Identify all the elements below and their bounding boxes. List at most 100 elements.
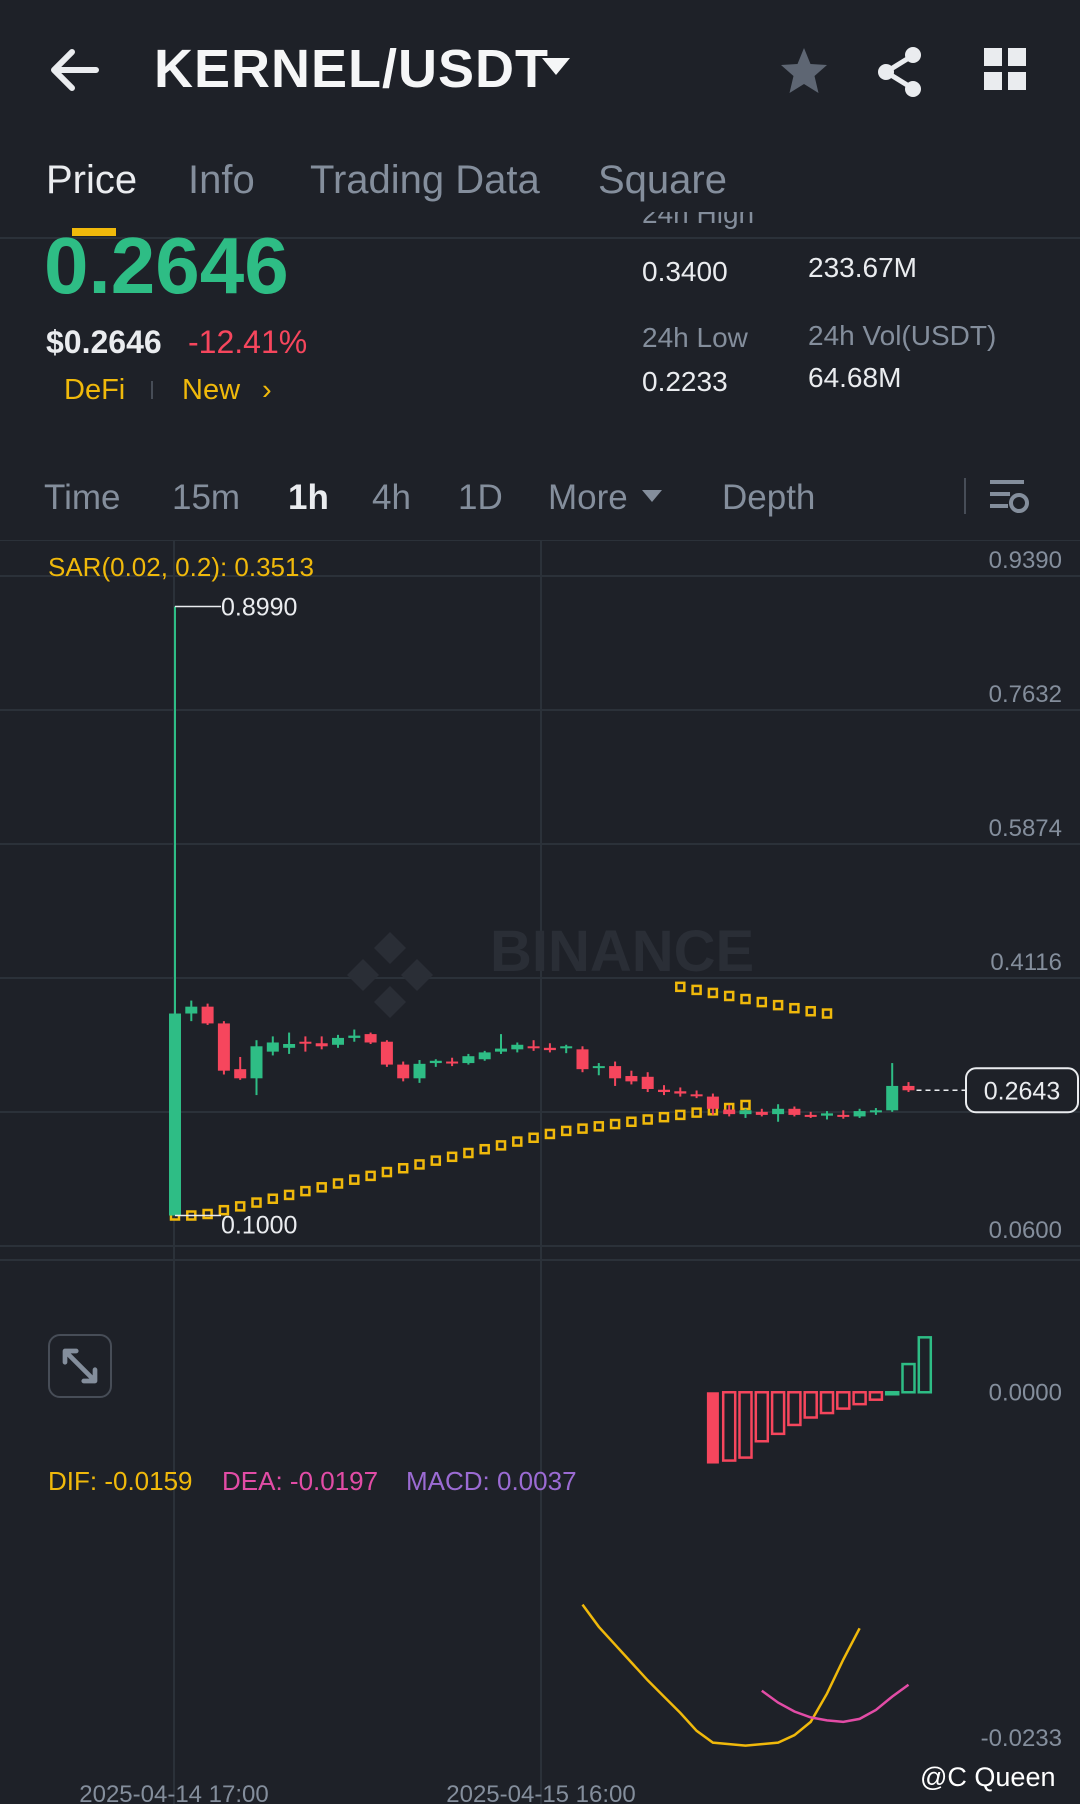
candle [788,1108,801,1115]
sar-dot [430,1155,442,1166]
sar-dot [251,1197,262,1208]
chevron-right-icon[interactable]: › [262,374,272,407]
fiat-price: $0.2646 [46,324,162,360]
interval-15m[interactable]: 15m [172,478,240,518]
sar-dot [740,993,751,1005]
interval-depth[interactable]: Depth [722,478,815,518]
macd-bar [706,1392,719,1464]
back-arrow-icon[interactable] [46,40,102,100]
sar-dot [805,1005,816,1017]
macd-value-label: MACD: 0.0037 [406,1466,577,1496]
candle [609,1066,622,1079]
sar-dot [707,987,719,999]
sar-dot [675,981,686,993]
chart-settings-icon[interactable] [988,474,1030,516]
macd-bar [721,1391,737,1462]
macd-axis-label: 0.0000 [989,1379,1062,1406]
candle [576,1049,589,1070]
candle [723,1109,736,1115]
candle [560,1046,573,1049]
interval-more[interactable]: More [548,478,628,518]
macd-bar [787,1391,802,1427]
candle [397,1064,410,1079]
candle [739,1110,752,1115]
candle [413,1063,426,1079]
expand-icon[interactable] [48,1334,112,1398]
sar-dot [495,1140,507,1151]
caret-down-icon[interactable] [542,58,570,75]
tag-defi[interactable]: DeFi [64,374,125,407]
sar-dot [626,1116,637,1128]
interval-4h[interactable]: 4h [372,478,411,518]
max-price-marker: 0.8990 [221,593,297,621]
sar-dot [300,1185,311,1197]
stat-24h-low-label: 24h Low [642,322,748,353]
sar-dot [512,1136,523,1147]
candle [185,1006,198,1014]
candle [250,1046,263,1079]
candle [299,1041,312,1044]
dea-line [761,1683,910,1724]
candle [772,1108,785,1115]
price-axis-label: 0.5874 [989,815,1062,842]
last-price-line: 0.2643 [916,1067,1079,1114]
sar-dot [463,1147,474,1159]
tab-info[interactable]: Info [188,158,255,203]
sar-dot [609,1118,621,1130]
candle [429,1060,442,1064]
macd-bar [836,1391,851,1410]
candlestick-chart[interactable]: BINANCE 0.89900.1000 0.93900.76320.58740… [0,540,1080,1804]
interval-1d[interactable]: 1D [458,478,503,518]
interval-1h[interactable]: 1h [288,478,329,518]
pair-title[interactable]: KERNEL/USDT [154,38,549,100]
candle [478,1052,491,1060]
price-change-percent: -12.41% [188,324,308,360]
interval-time[interactable]: Time [44,478,120,518]
time-axis: 2025-04-14 17:00 2025-04-15 16:00 [79,1781,636,1804]
macd-bar [852,1391,867,1406]
macd-bar [917,1336,933,1394]
stat-24h-high: 0.3400 [642,256,728,287]
candle [543,1047,556,1051]
sar-dot [821,1008,833,1019]
macd-bar [868,1391,884,1401]
tab-trading-data[interactable]: Trading Data [310,158,540,203]
sar-indicator-label[interactable]: SAR(0.02, 0.2): 0.3513 [48,552,314,583]
price-axis-label: 0.4116 [990,949,1062,976]
candle [625,1076,638,1082]
candle [348,1035,361,1038]
stat-24h-low: 0.2233 [642,366,728,397]
sar-dot [658,1111,670,1123]
sar-dot [577,1123,588,1134]
candle [364,1034,377,1043]
caret-down-icon[interactable] [642,490,662,502]
tab-price[interactable]: Price [46,158,137,203]
candle [592,1066,605,1069]
sar-dot [691,984,702,996]
stat-24h-vol-usdt-label: 24h Vol(USDT) [808,320,997,351]
sar-dot [202,1208,213,1220]
candle [641,1076,654,1089]
tag-new[interactable]: New [182,374,240,407]
price-axis: 0.9390 0.7632 0.5874 0.4116 0.0600 0.0000 -0.0… [981,547,1062,1752]
candle [234,1069,247,1079]
macd-bar [901,1362,916,1394]
stat-24h-high-label: 24h High [642,212,755,229]
star-icon[interactable] [776,44,832,100]
sar-dot [414,1159,425,1170]
candle [266,1042,279,1052]
sar-dot [479,1143,490,1155]
header-bar: KERNEL/USDT [0,0,1080,145]
share-icon[interactable] [872,44,928,100]
grid-lines [0,540,1080,1804]
stat-24h-vol-usdt: 64.68M [808,362,902,393]
price-axis-label: 0.7632 [989,681,1062,708]
sar-dot [381,1166,393,1178]
binance-watermark: BINANCE [490,919,754,984]
tab-square[interactable]: Square [598,158,727,203]
tag-separator [151,381,153,399]
candle [886,1085,899,1111]
grid-menu-icon[interactable] [982,46,1028,92]
candle [332,1037,344,1045]
binance-logo-icon [347,932,433,1018]
